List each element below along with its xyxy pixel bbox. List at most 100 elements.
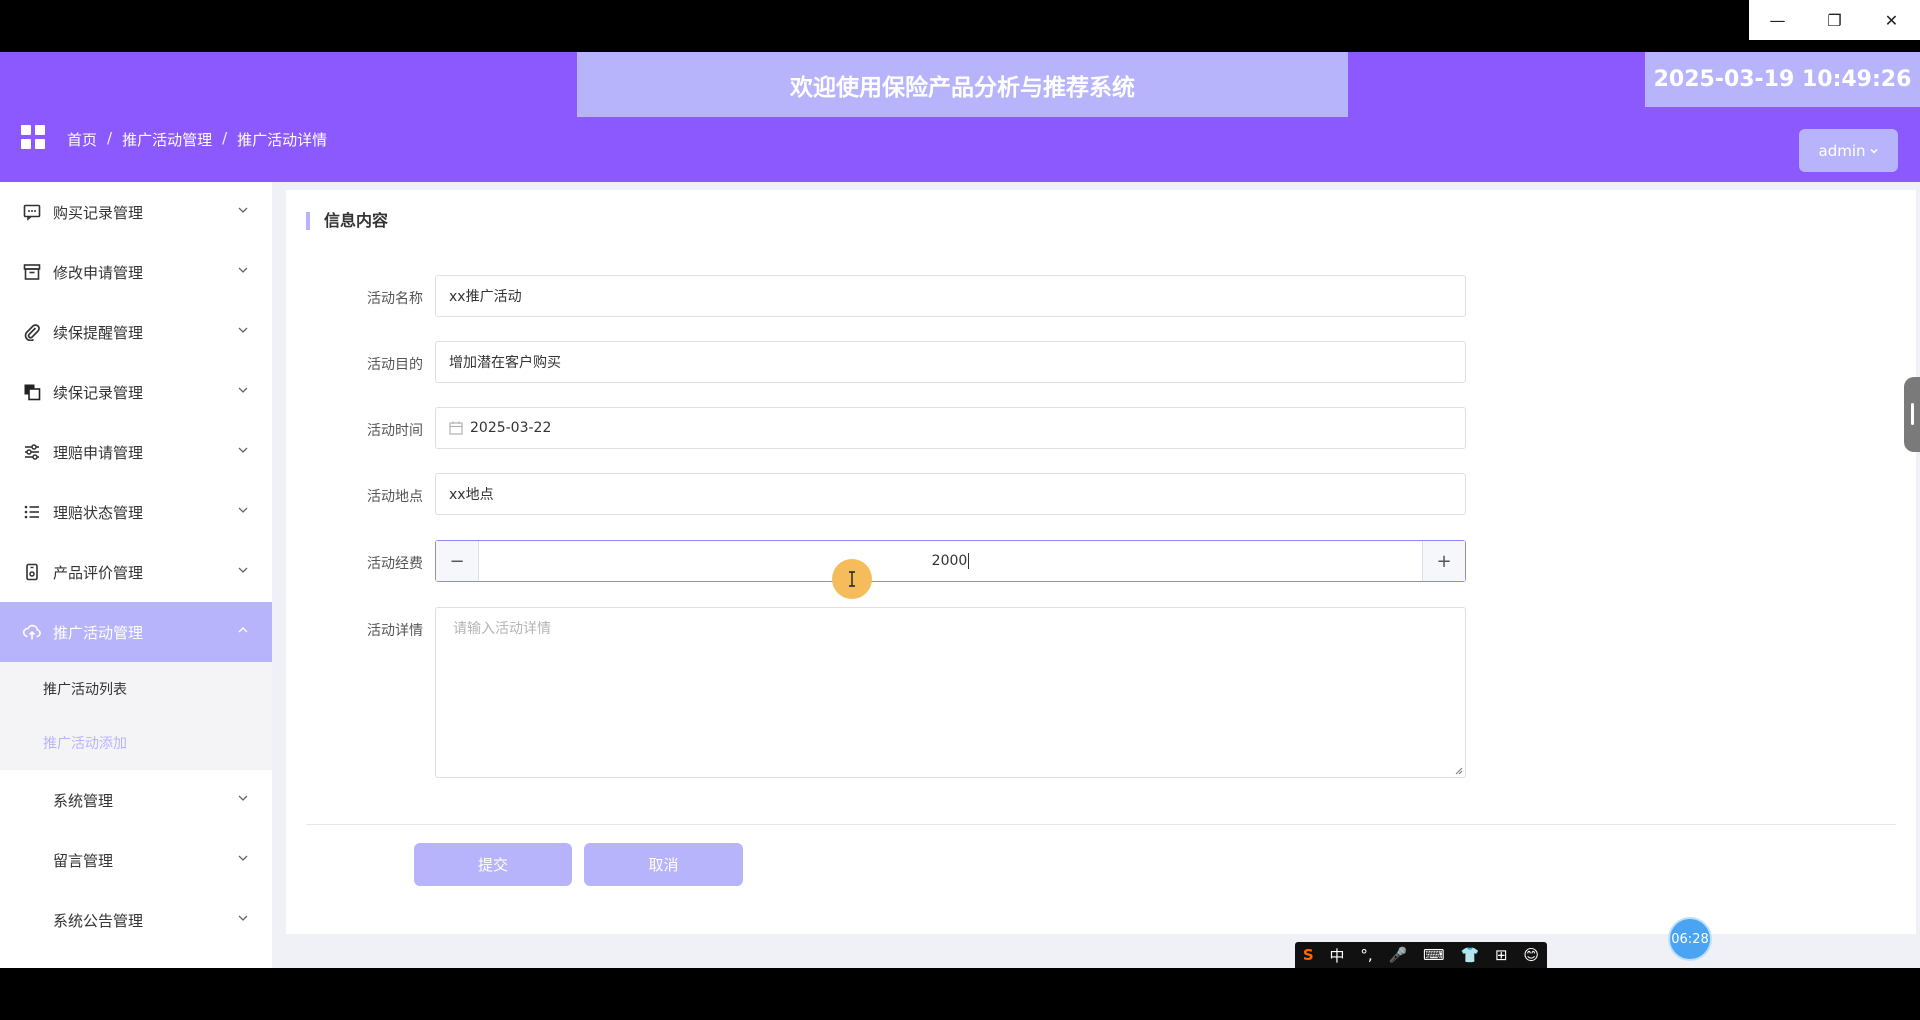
section-title: 信息内容 [306, 212, 388, 230]
chevron-down-icon [238, 567, 248, 573]
sidebar-item-announcement-management[interactable]: 系统公告管理 [0, 890, 272, 950]
user-menu-button[interactable]: admin [1799, 129, 1898, 172]
chevron-down-icon [238, 447, 248, 453]
sidebar-item-label: 理赔申请管理 [53, 443, 144, 462]
ime-logo-icon[interactable]: S [1303, 946, 1314, 964]
chevron-down-icon [238, 327, 248, 333]
sidebar-item-claim-status[interactable]: 理赔状态管理 [0, 482, 272, 542]
ime-toolbar: S 中 °, 🎤 ⌨ 👕 ⊞ 😊 [1295, 942, 1547, 968]
form-divider [306, 824, 1896, 825]
sidebar-item-renewal-reminders[interactable]: 续保提醒管理 [0, 302, 272, 362]
chevron-down-icon [238, 795, 248, 801]
cloud-upload-icon [22, 622, 42, 642]
sidebar-item-label: 购买记录管理 [53, 203, 144, 222]
activity-fee-input[interactable]: 2000 [479, 541, 1422, 581]
side-drawer-handle[interactable] [1904, 377, 1920, 452]
sidebar-item-label: 留言管理 [53, 851, 114, 870]
cancel-button[interactable]: 取消 [584, 843, 743, 886]
copy-icon [22, 382, 42, 402]
bottom-letterbox [0, 968, 1920, 1020]
text-caret [968, 553, 970, 569]
chevron-down-icon [238, 267, 248, 273]
ime-language-toggle[interactable]: 中 [1330, 945, 1345, 966]
sidebar-item-product-reviews[interactable]: 产品评价管理 [0, 542, 272, 602]
mouse-cursor-highlight [832, 559, 872, 599]
chevron-down-icon [1869, 148, 1878, 154]
breadcrumb-separator: / [222, 129, 228, 147]
activity-fee-stepper: − 2000 + [435, 540, 1466, 582]
skin-icon[interactable]: 👕 [1461, 946, 1480, 964]
breadcrumb-current: 推广活动详情 [237, 131, 328, 149]
keyboard-icon[interactable]: ⌨ [1423, 946, 1445, 964]
sidebar: 购买记录管理 修改申请管理 续保提醒管理 续保记录管理 理赔申请管理 理赔状态管… [0, 182, 272, 968]
activity-time-label: 活动时间 [367, 423, 423, 439]
breadcrumb-section[interactable]: 推广活动管理 [122, 129, 212, 150]
activity-fee-value: 2000 [931, 553, 968, 569]
window-titlebar: — ❐ ✕ [0, 0, 1920, 52]
resize-handle-icon[interactable] [1455, 767, 1463, 775]
submit-button[interactable]: 提交 [414, 843, 572, 886]
sidebar-subitem-promotion-add[interactable]: 推广活动添加 [0, 716, 272, 770]
welcome-banner: 欢迎使用保险产品分析与推荐系统 [577, 52, 1348, 117]
sidebar-item-label: 理赔状态管理 [53, 503, 144, 522]
chevron-down-icon [238, 387, 248, 393]
sidebar-item-label: 修改申请管理 [53, 263, 144, 282]
chevron-down-icon [238, 207, 248, 213]
recording-timer[interactable]: 06:28 [1668, 917, 1712, 961]
sliders-icon [22, 442, 42, 462]
activity-location-input[interactable]: xx地点 [435, 473, 1466, 515]
text-cursor-icon [849, 571, 855, 587]
chevron-up-icon [238, 627, 248, 633]
calendar-icon [449, 421, 463, 435]
decrement-button[interactable]: − [436, 541, 479, 581]
sidebar-item-label: 系统公告管理 [53, 911, 144, 930]
sidebar-item-label: 续保记录管理 [53, 383, 144, 402]
activity-detail-placeholder: 请输入活动详情 [453, 621, 551, 637]
activity-date-picker[interactable]: 2025-03-22 [435, 407, 1466, 449]
chevron-down-icon [238, 507, 248, 513]
emoji-icon[interactable]: 😊 [1523, 946, 1539, 964]
user-name: admin [1818, 141, 1866, 160]
activity-detail-textarea[interactable]: 请输入活动详情 [435, 607, 1466, 778]
app-root: 欢迎使用保险产品分析与推荐系统 2025-03-19 10:49:26 首页 /… [0, 52, 1920, 968]
restore-button[interactable]: ❐ [1806, 0, 1863, 40]
sidebar-subitem-promotion-list[interactable]: 推广活动列表 [0, 662, 272, 716]
activity-name-input[interactable]: xx推广活动 [435, 275, 1466, 317]
menu-grid-icon[interactable] [21, 125, 45, 149]
sidebar-item-modify-requests[interactable]: 修改申请管理 [0, 242, 272, 302]
activity-date-value: 2025-03-22 [470, 420, 552, 436]
window-controls: — ❐ ✕ [1749, 0, 1920, 40]
sidebar-item-system-management[interactable]: 系统管理 [0, 770, 272, 830]
activity-purpose-input[interactable]: 增加潜在客户购买 [435, 341, 1466, 383]
sidebar-item-promotion-management[interactable]: 推广活动管理 [0, 602, 272, 662]
breadcrumb-separator: / [107, 129, 113, 147]
header: 欢迎使用保险产品分析与推荐系统 2025-03-19 10:49:26 首页 /… [0, 52, 1920, 182]
datetime-display: 2025-03-19 10:49:26 [1645, 52, 1920, 107]
chat-icon [22, 202, 42, 222]
apps-grid-icon[interactable]: ⊞ [1495, 946, 1508, 964]
archive-icon [22, 262, 42, 282]
form-panel: 信息内容 活动名称 xx推广活动 活动目的 增加潜在客户购买 活动时间 2025… [286, 190, 1916, 934]
phone-icon [22, 562, 42, 582]
sidebar-item-message-management[interactable]: 留言管理 [0, 830, 272, 890]
sidebar-item-claim-requests[interactable]: 理赔申请管理 [0, 422, 272, 482]
sidebar-item-label: 推广活动管理 [53, 623, 144, 642]
chevron-down-icon [238, 915, 248, 921]
activity-location-label: 活动地点 [367, 489, 423, 505]
breadcrumb-home[interactable]: 首页 [67, 129, 97, 150]
minimize-button[interactable]: — [1749, 0, 1806, 40]
list-icon [22, 502, 42, 522]
microphone-icon[interactable]: 🎤 [1389, 946, 1408, 964]
promotion-submenu: 推广活动列表 推广活动添加 [0, 662, 272, 770]
ime-punctuation-icon[interactable]: °, [1360, 946, 1372, 964]
close-button[interactable]: ✕ [1863, 0, 1920, 40]
sidebar-item-label: 产品评价管理 [53, 563, 144, 582]
breadcrumb: 首页 / 推广活动管理 / 推广活动详情 [67, 129, 327, 150]
sidebar-item-purchase-records[interactable]: 购买记录管理 [0, 182, 272, 242]
sidebar-item-renewal-records[interactable]: 续保记录管理 [0, 362, 272, 422]
activity-name-label: 活动名称 [367, 291, 423, 307]
increment-button[interactable]: + [1422, 541, 1465, 581]
activity-fee-label: 活动经费 [367, 556, 423, 572]
sidebar-item-label: 续保提醒管理 [53, 323, 144, 342]
activity-detail-label: 活动详情 [367, 623, 423, 639]
